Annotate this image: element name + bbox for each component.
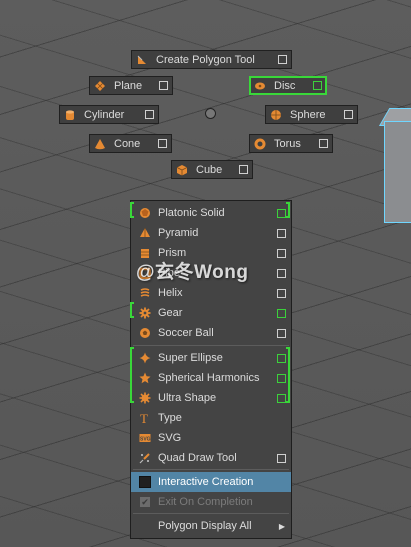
menu-item-super-ellipse[interactable]: Super Ellipse — [131, 348, 291, 368]
sphere-item[interactable]: Sphere — [265, 105, 358, 124]
menu-item-gear[interactable]: Gear — [131, 303, 291, 323]
platonic-solid-icon — [138, 206, 152, 220]
create-polygon-icon — [136, 54, 148, 66]
menu-separator — [133, 513, 289, 514]
menu-item-label: Exit On Completion — [158, 496, 253, 508]
checked-checkbox-icon: ✔ — [140, 497, 150, 507]
cylinder-label: Cylinder — [84, 108, 125, 121]
menu-item-label: Super Ellipse — [158, 352, 223, 364]
type-icon: T — [138, 411, 152, 425]
menu-item-label: Spherical Harmonics — [158, 372, 260, 384]
polygon-primitives-menu: Platonic Solid Pyramid Prism Pipe Helix … — [130, 200, 292, 539]
menu-item-label: Quad Draw Tool — [158, 452, 237, 464]
highlight-bracket — [286, 202, 290, 218]
menu-item-platonic-solid[interactable]: Platonic Solid — [131, 203, 291, 223]
disc-option-box[interactable] — [313, 81, 322, 90]
svg-icon: SVG — [138, 431, 152, 445]
menu-item-label: SVG — [158, 432, 182, 444]
svg-text:SVG: SVG — [140, 437, 151, 443]
menu-item-exit-on-completion: ✔ Exit On Completion — [131, 492, 291, 512]
menu-item-type[interactable]: T Type — [131, 408, 291, 428]
menu-item-label: Ultra Shape — [158, 392, 217, 404]
spherical-harmonics-icon — [138, 371, 152, 385]
cube-object[interactable] — [384, 121, 411, 223]
marking-menu-center — [205, 108, 216, 119]
disc-icon — [254, 80, 266, 92]
option-box[interactable] — [277, 288, 286, 298]
plane-item[interactable]: Plane — [89, 76, 173, 95]
cube-label: Cube — [196, 163, 223, 176]
torus-item[interactable]: Torus — [249, 134, 333, 153]
menu-item-svg[interactable]: SVG SVG — [131, 428, 291, 448]
option-box[interactable] — [277, 353, 286, 363]
menu-item-quad-draw-tool[interactable]: Quad Draw Tool — [131, 448, 291, 468]
menu-item-label: Soccer Ball — [158, 327, 214, 339]
gear-icon — [138, 306, 152, 320]
disc-label: Disc — [274, 79, 296, 92]
svg-text:T: T — [140, 412, 148, 424]
option-box[interactable] — [277, 328, 286, 338]
menu-item-label: Interactive Creation — [158, 476, 254, 488]
create-polygon-tool-option-box[interactable] — [278, 55, 287, 64]
option-box[interactable] — [277, 393, 286, 403]
option-box[interactable] — [277, 208, 286, 218]
menu-item-label: Pyramid — [158, 227, 199, 239]
quad-draw-icon — [138, 451, 152, 465]
menu-item-soccer-ball[interactable]: Soccer Ball — [131, 323, 291, 343]
torus-icon — [254, 138, 266, 150]
cone-label: Cone — [114, 137, 141, 150]
ultra-shape-icon — [138, 391, 152, 405]
create-polygon-tool-item[interactable]: Create Polygon Tool — [131, 50, 292, 69]
menu-item-ultra-shape[interactable]: Ultra Shape — [131, 388, 291, 408]
cone-option-box[interactable] — [158, 139, 167, 148]
disc-item[interactable]: Disc — [249, 76, 327, 95]
sphere-option-box[interactable] — [344, 110, 353, 119]
cone-item[interactable]: Cone — [89, 134, 172, 153]
highlight-bracket — [286, 347, 290, 403]
plane-icon — [94, 80, 106, 92]
soccer-ball-icon — [138, 326, 152, 340]
menu-item-polygon-display-all[interactable]: Polygon Display All ▶ — [131, 516, 291, 536]
option-box[interactable] — [277, 248, 286, 258]
sphere-icon — [270, 109, 282, 121]
torus-option-box[interactable] — [319, 139, 328, 148]
watermark: @玄冬Wong — [136, 262, 249, 283]
plane-label: Plane — [114, 79, 143, 92]
highlight-bracket — [130, 202, 134, 218]
menu-item-label: Type — [158, 412, 182, 424]
option-box[interactable] — [277, 308, 286, 318]
unchecked-checkbox-icon — [138, 475, 152, 489]
highlight-bracket — [130, 347, 134, 403]
super-ellipse-icon — [138, 351, 152, 365]
menu-item-label: Gear — [158, 307, 183, 319]
highlight-bracket — [130, 302, 134, 318]
sphere-label: Sphere — [290, 108, 326, 121]
create-polygon-tool-label: Create Polygon Tool — [156, 53, 255, 66]
menu-item-label: Helix — [158, 287, 183, 299]
menu-item-helix[interactable]: Helix — [131, 283, 291, 303]
menu-item-interactive-creation[interactable]: Interactive Creation — [131, 472, 291, 492]
torus-label: Torus — [274, 137, 301, 150]
cube-option-box[interactable] — [239, 165, 248, 174]
menu-separator — [133, 469, 289, 470]
pyramid-icon — [138, 226, 152, 240]
submenu-arrow-icon: ▶ — [278, 521, 285, 531]
menu-item-pyramid[interactable]: Pyramid — [131, 223, 291, 243]
helix-icon — [138, 286, 152, 300]
menu-item-label: Polygon Display All — [158, 520, 252, 532]
menu-item-label: Platonic Solid — [158, 207, 225, 219]
option-box[interactable] — [277, 268, 286, 278]
option-box[interactable] — [277, 373, 286, 383]
option-box[interactable] — [277, 228, 286, 238]
cylinder-option-box[interactable] — [145, 110, 154, 119]
cube-icon — [176, 164, 188, 176]
cylinder-item[interactable]: Cylinder — [59, 105, 159, 124]
cylinder-icon — [64, 109, 76, 121]
menu-item-spherical-harmonics[interactable]: Spherical Harmonics — [131, 368, 291, 388]
plane-option-box[interactable] — [159, 81, 168, 90]
cone-icon — [94, 138, 106, 150]
menu-separator — [133, 345, 289, 346]
option-box[interactable] — [277, 453, 286, 463]
cube-item[interactable]: Cube — [171, 160, 253, 179]
